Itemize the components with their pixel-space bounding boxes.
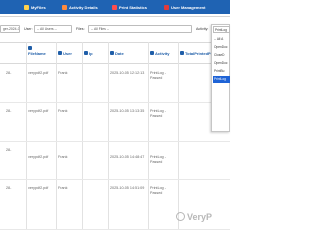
row-activity: PrintLog - Passed — [150, 109, 166, 118]
row-date: 2025-10-05 14:48:47 — [110, 155, 145, 159]
column-ip[interactable]: Ip — [84, 51, 93, 56]
dropdown-option[interactable]: OpenDoc — [213, 60, 230, 67]
nav-myfiles-label: MyFiles — [31, 4, 46, 10]
row-activity: PrintLog - Passed — [150, 155, 166, 164]
user-filter-select[interactable]: -- All Users -- — [34, 25, 72, 33]
row-date: 2025-10-05 14:51:09 — [110, 186, 145, 190]
files-filter-label: Files: — [76, 27, 85, 31]
column-total-printed-label: TotalPrintedPa — [185, 51, 213, 56]
table-row[interactable]: 28- verypdf2.pdf Frank 2025-10-05 13:13:… — [0, 103, 230, 142]
row-filename: verypdf2.pdf — [28, 71, 49, 75]
column-total-printed[interactable]: TotalPrintedPa — [180, 51, 213, 56]
row-user: Frank — [58, 71, 68, 75]
nav-user-management[interactable]: User Management — [164, 2, 205, 12]
top-navigation: MyFiles Activity Details Print Statistic… — [0, 0, 230, 17]
folder-icon — [24, 4, 29, 10]
row-date-cut: 28- — [6, 186, 12, 190]
list-icon — [62, 4, 67, 10]
column-activity-label: Activity — [155, 51, 170, 56]
network-icon — [84, 51, 88, 55]
row-date: 2025-10-05 12:12:13 — [110, 71, 145, 75]
printer-icon — [180, 51, 184, 55]
user-icon — [58, 51, 62, 55]
dropdown-option[interactable]: CloseD — [213, 52, 230, 59]
row-activity: PrintLog - Passed — [150, 71, 166, 80]
calendar-icon — [110, 51, 114, 55]
nav-activity-details[interactable]: Activity Details — [62, 2, 98, 12]
user-icon — [164, 4, 169, 10]
dropdown-option[interactable]: -- All A — [213, 36, 230, 43]
row-filename: verypdf2.pdf — [28, 186, 49, 190]
row-filename: verypdf2.pdf — [28, 109, 49, 113]
row-user: Frank — [58, 155, 68, 159]
dropdown-option[interactable]: PrintBu — [213, 68, 230, 75]
activity-filter-select[interactable]: PrintLog — [213, 26, 230, 33]
activity-icon — [150, 51, 154, 55]
date-to-field[interactable]: ger-2024-03 — [0, 25, 20, 33]
row-date-cut: 28- — [6, 71, 12, 75]
column-date-label: Date — [115, 51, 124, 56]
table-row[interactable]: 28- verypdf2.pdf Frank 2025-10-05 14:48:… — [0, 142, 230, 180]
row-activity: PrintLog - Passed — [150, 186, 166, 195]
logo-icon — [176, 212, 185, 221]
activity-filter-label: Activity: — [196, 27, 209, 31]
column-filename-label: FileName — [28, 51, 46, 56]
chart-icon — [112, 4, 117, 10]
row-filename: verypdf2.pdf — [28, 155, 49, 159]
column-user[interactable]: User — [58, 51, 72, 56]
column-activity[interactable]: Activity — [150, 51, 169, 56]
dropdown-option-selected[interactable]: PrintLog — [213, 76, 230, 83]
column-ip-label: Ip — [89, 51, 93, 56]
row-date: 2025-10-05 13:13:35 — [110, 109, 145, 113]
table-row[interactable]: 28- verypdf2.pdf Frank 2025-10-05 12:12:… — [0, 64, 230, 103]
watermark-text: VeryP — [187, 212, 213, 222]
table-row[interactable]: 28- verypdf2.pdf Frank 2025-10-05 14:51:… — [0, 180, 230, 230]
nav-myfiles[interactable]: MyFiles — [24, 2, 46, 12]
activity-filter-dropdown[interactable]: PrintLog -- All A OpenDoc CloseD OpenDoc… — [211, 24, 230, 132]
nav-print-statistics[interactable]: Print Statistics — [112, 2, 147, 12]
row-date-cut: 28- — [6, 109, 12, 113]
row-date-cut: 28- — [6, 148, 12, 152]
user-filter-label: User: — [24, 27, 33, 31]
row-user: Frank — [58, 186, 68, 190]
table-header: FileName User Ip Date Activity TotalPrin… — [0, 42, 230, 64]
nav-activity-details-label: Activity Details — [69, 4, 98, 10]
nav-user-management-label: User Management — [171, 4, 206, 10]
watermark: VeryP — [176, 212, 212, 222]
column-filename[interactable]: FileName — [28, 46, 46, 56]
dropdown-option[interactable]: OpenDoc — [213, 44, 230, 51]
file-icon — [28, 46, 32, 50]
filter-bar: ger-2024-03 User: -- All Users -- Files:… — [0, 24, 230, 36]
nav-print-statistics-label: Print Statistics — [119, 4, 148, 10]
files-filter-select[interactable]: -- All Files -- — [88, 25, 192, 33]
row-user: Frank — [58, 109, 68, 113]
column-date[interactable]: Date — [110, 51, 124, 56]
column-user-label: User — [63, 51, 72, 56]
